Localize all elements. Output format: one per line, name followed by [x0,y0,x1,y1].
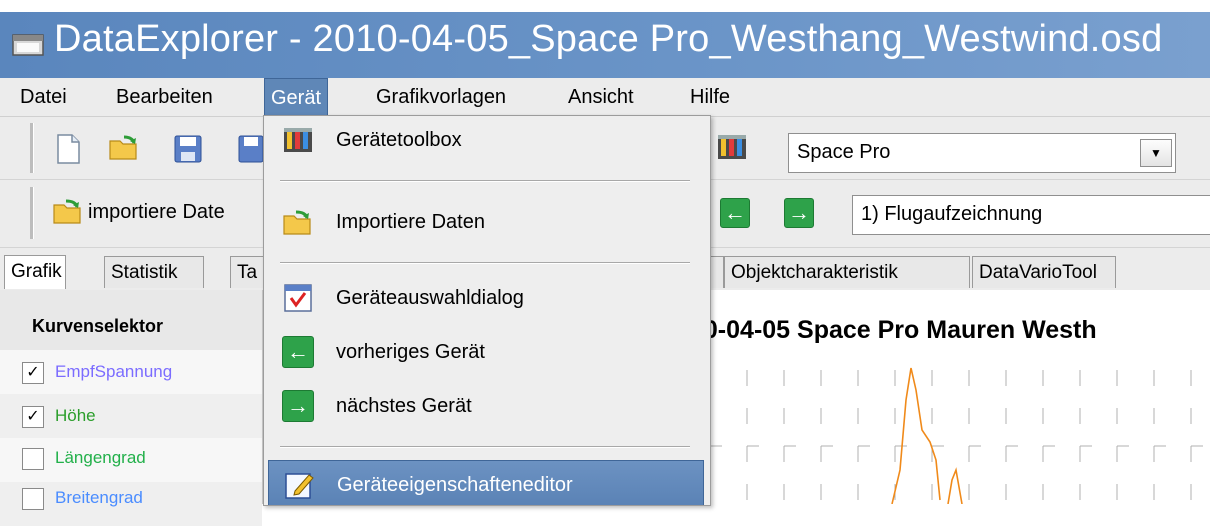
menu-item-label: nächstes Gerät [336,395,472,417]
curve-item[interactable]: ✓ EmpfSpannung [0,350,262,394]
toolbar-grip[interactable] [30,123,34,173]
menu-grafikvorlagen[interactable]: Grafikvorlagen [370,78,512,116]
curve-checkbox[interactable]: ✓ [22,406,44,428]
arrow-right-icon: → [788,200,810,225]
save-icon[interactable] [172,133,204,165]
tab-tabelle[interactable]: Ta [230,256,264,288]
menu-item-label: Importiere Daten [336,211,485,233]
tab-grafik[interactable]: Grafik [4,255,66,289]
curve-item[interactable]: ✓ Höhe [0,394,262,438]
device-combo-value: Space Pro [797,141,891,163]
open-folder-icon[interactable] [108,131,140,163]
curve-checkbox[interactable]: ✓ [22,362,44,384]
menu-separator [280,180,690,182]
save-as-icon[interactable] [236,133,264,165]
menu-item-geraetetoolbox[interactable]: Gerätetoolbox [264,116,710,164]
curve-label: Höhe [55,406,96,425]
menu-bearbeiten[interactable]: Bearbeiten [110,78,219,116]
record-combo[interactable]: 1) Flugaufzeichnung [852,195,1210,235]
curve-label: Breitengrad [55,488,143,507]
device-combo[interactable]: Space Pro [788,133,1176,173]
toolbar-grip[interactable] [30,187,34,239]
curve-label: Längengrad [55,448,146,467]
device-combo-dropdown-button[interactable]: ▼ [1140,139,1172,167]
menu-bar: Datei Bearbeiten Gerät Grafikvorlagen An… [0,78,1210,117]
editor-icon [285,473,314,499]
menu-item-label: Geräteeigenschafteneditor [337,474,573,496]
tab-datavariotool[interactable]: DataVarioTool [972,256,1116,288]
curve-item[interactable]: Längengrad [0,438,262,482]
chevron-down-icon: ▼ [1150,146,1162,160]
app-icon [12,34,44,56]
window-title: DataExplorer - 2010-04-05_Space Pro_West… [54,18,1163,60]
curve-checkbox[interactable] [22,488,44,510]
next-device-button[interactable]: → [784,198,814,228]
graph-title: 10-04-05 Space Pro Mauren Westh [690,316,1097,344]
menu-datei[interactable]: Datei [14,78,73,116]
import-folder-icon [53,199,81,224]
record-combo-value: 1) Flugaufzeichnung [861,203,1043,225]
graph-plot[interactable] [700,360,1210,504]
arrow-left-icon: ← [724,200,746,225]
tab-statistik[interactable]: Statistik [104,256,204,288]
curve-item[interactable]: Breitengrad [0,482,262,526]
curve-selector-title: Kurvenselektor [32,316,164,336]
toolbox-icon [284,128,312,152]
menu-item-importiere-daten[interactable]: Importiere Daten [264,198,710,246]
menu-item-label: Gerätetoolbox [336,129,462,151]
curve-label: EmpfSpannung [55,362,173,381]
arrow-right-icon: → [282,390,314,422]
menu-ansicht[interactable]: Ansicht [562,78,640,116]
tab-objektcharakteristik[interactable]: Objektcharakteristik [724,256,970,288]
curve-checkbox[interactable] [22,448,44,470]
menu-geraet[interactable]: Gerät [264,78,329,116]
toolbox-icon[interactable] [716,131,748,163]
previous-device-button[interactable]: ← [720,198,750,228]
menu-item-label: vorheriges Gerät [336,341,485,363]
device-select-icon [284,284,312,312]
menu-item-vorheriges-geraet[interactable]: ← vorheriges Gerät [264,328,710,376]
arrow-left-icon: ← [282,336,314,368]
import-data-button[interactable]: importiere Date [88,201,225,224]
menu-item-naechstes-geraet[interactable]: → nächstes Gerät [264,382,710,430]
menu-item-geraeteeigenschafteneditor[interactable]: Geräteeigenschafteneditor [268,460,704,505]
menu-item-geraeteauswahldialog[interactable]: Geräteauswahldialog [264,274,710,322]
menu-separator [280,446,690,448]
folder-import-icon [283,210,311,235]
new-file-icon[interactable] [52,133,84,165]
menu-separator [280,262,690,264]
menu-hilfe[interactable]: Hilfe [684,78,736,116]
altitude-curve [891,367,963,504]
geraet-dropdown-menu: Gerätetoolbox Importiere Daten Geräteaus… [263,115,711,506]
menu-item-label: Geräteauswahldialog [336,287,524,309]
